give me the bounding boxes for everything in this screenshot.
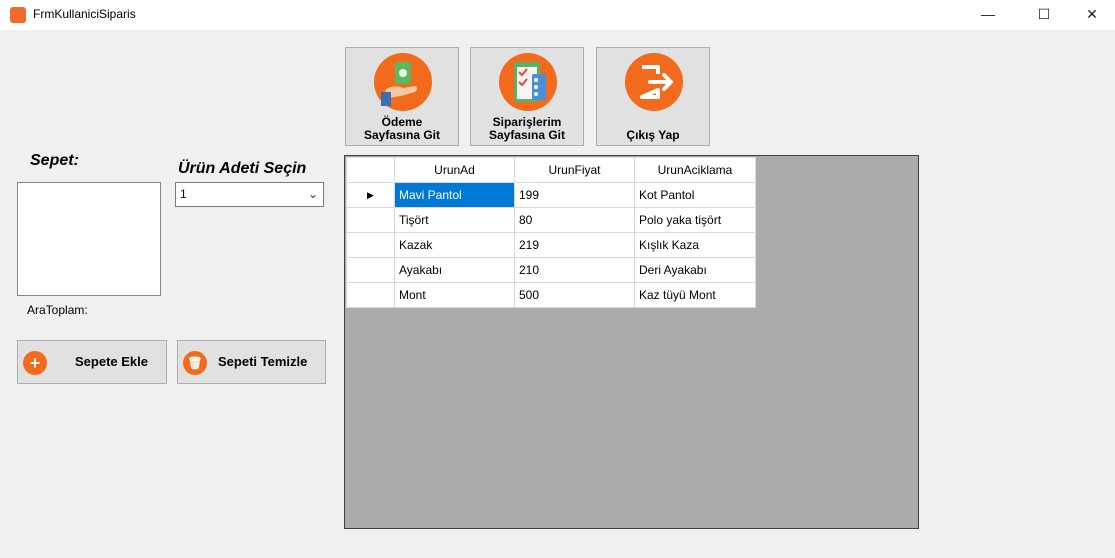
- table-cell[interactable]: Tişört: [394, 207, 515, 233]
- table-cell[interactable]: 80: [514, 207, 635, 233]
- table-cell[interactable]: 500: [514, 282, 635, 308]
- table-cell[interactable]: Polo yaka tişört: [634, 207, 756, 233]
- table-header-row: UrunAd UrunFiyat UrunAciklama: [346, 157, 756, 183]
- money-hand-icon: [374, 53, 432, 111]
- logout-icon: [625, 53, 683, 111]
- table-row[interactable]: Kazak 219 Kışlık Kaza: [346, 232, 756, 258]
- table-row[interactable]: Tişört 80 Polo yaka tişört: [346, 207, 756, 233]
- cikis-yap-button[interactable]: Çıkış Yap: [596, 47, 710, 146]
- odeme-label-line2: Sayfasına Git: [363, 128, 441, 142]
- sepeti-temizle-button[interactable]: 🗑 Sepeti Temizle: [177, 340, 326, 384]
- table-row[interactable]: Mont 500 Kaz tüyü Mont: [346, 282, 756, 308]
- current-row-indicator-icon: ▶: [346, 182, 395, 208]
- odeme-sayfasina-git-button[interactable]: Ödeme Sayfasına Git: [345, 47, 459, 146]
- table-cell[interactable]: Kazak: [394, 232, 515, 258]
- sepet-label: Sepet:: [30, 152, 79, 169]
- title-bar: FrmKullaniciSiparis — ☐ ✕: [0, 0, 1115, 30]
- products-table: UrunAd UrunFiyat UrunAciklama ▶ Mavi Pan…: [346, 157, 756, 308]
- row-header[interactable]: [346, 282, 395, 308]
- minimize-button[interactable]: —: [965, 0, 1011, 30]
- quantity-value: 1: [180, 187, 187, 201]
- quantity-combobox[interactable]: 1 ⌄: [175, 182, 324, 207]
- table-cell[interactable]: Kaz tüyü Mont: [634, 282, 756, 308]
- table-cell[interactable]: 199: [514, 182, 635, 208]
- table-cell[interactable]: Mavi Pantol: [394, 182, 515, 208]
- table-cell[interactable]: 219: [514, 232, 635, 258]
- sepete-ekle-label: Sepete Ekle: [75, 354, 148, 369]
- maximize-button[interactable]: ☐: [1021, 0, 1067, 30]
- trash-icon: 🗑: [183, 351, 207, 375]
- urun-adeti-label: Ürün Adeti Seçin: [178, 160, 307, 177]
- row-header[interactable]: [346, 257, 395, 283]
- row-header[interactable]: [346, 232, 395, 258]
- chevron-down-icon: ⌄: [307, 187, 318, 201]
- sepeti-temizle-label: Sepeti Temizle: [218, 354, 308, 369]
- column-header-urunaciklama[interactable]: UrunAciklama: [634, 157, 756, 183]
- row-header[interactable]: [346, 207, 395, 233]
- table-cell[interactable]: Kışlık Kaza: [634, 232, 756, 258]
- sepete-ekle-button[interactable]: + Sepete Ekle: [17, 340, 167, 384]
- table-row[interactable]: ▶ Mavi Pantol 199 Kot Pantol: [346, 182, 756, 208]
- siparislerim-sayfasina-git-button[interactable]: Siparişlerim Sayfasına Git: [470, 47, 584, 146]
- table-cell[interactable]: Mont: [394, 282, 515, 308]
- plus-icon: +: [23, 351, 47, 375]
- table-cell[interactable]: Kot Pantol: [634, 182, 756, 208]
- column-header-urunad[interactable]: UrunAd: [394, 157, 515, 183]
- table-cell[interactable]: 210: [514, 257, 635, 283]
- clipboard-list-icon: [499, 53, 557, 111]
- table-row[interactable]: Ayakabı 210 Deri Ayakabı: [346, 257, 756, 283]
- app-icon: [10, 7, 26, 23]
- ara-toplam-label: AraToplam:: [27, 303, 88, 317]
- column-header-urunfiyat[interactable]: UrunFiyat: [514, 157, 635, 183]
- products-datagrid[interactable]: UrunAd UrunFiyat UrunAciklama ▶ Mavi Pan…: [344, 155, 919, 529]
- close-button[interactable]: ✕: [1069, 0, 1115, 30]
- window-title: FrmKullaniciSiparis: [33, 7, 136, 21]
- sepet-listbox[interactable]: [17, 182, 161, 296]
- table-cell[interactable]: Ayakabı: [394, 257, 515, 283]
- table-cell[interactable]: Deri Ayakabı: [634, 257, 756, 283]
- cikis-label: Çıkış Yap: [626, 128, 680, 142]
- siparislerim-label-line2: Sayfasına Git: [488, 128, 566, 142]
- row-header-corner: [346, 157, 395, 183]
